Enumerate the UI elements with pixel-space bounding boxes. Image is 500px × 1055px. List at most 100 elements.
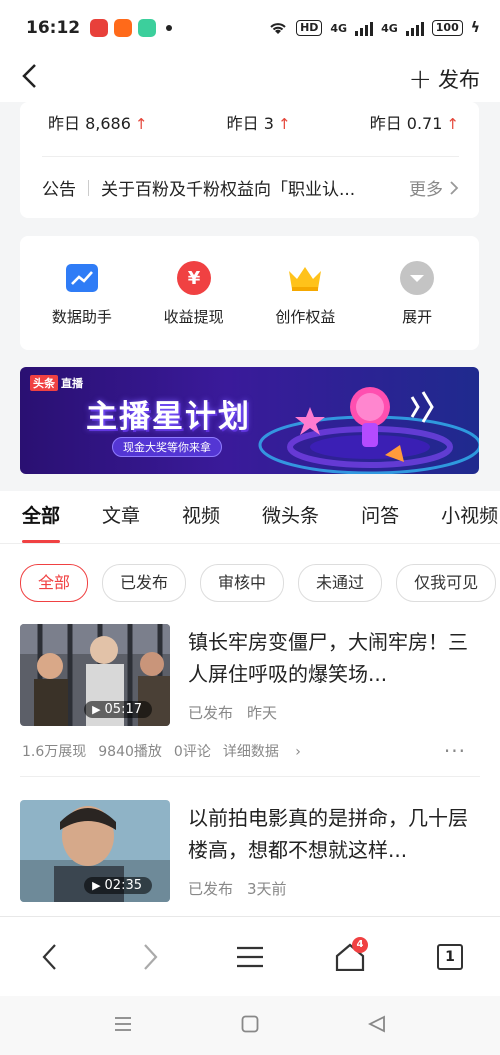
up-arrow-icon: ↑ <box>277 115 291 133</box>
tab-articles[interactable]: 文章 <box>102 491 140 543</box>
stat-item[interactable]: 昨日 8,686 ↑ <box>48 110 147 134</box>
filter-all[interactable]: 全部 <box>20 564 89 602</box>
article-time: 昨天 <box>247 704 278 722</box>
browser-toolbar: 4 1 <box>0 916 500 996</box>
back-button[interactable] <box>20 62 40 96</box>
browser-tabs-button[interactable]: 1 <box>430 937 470 977</box>
article-info: 镇长牢房变僵尸，大闹牢房！三人屏住呼吸的爆笑场... 已发布 昨天 <box>188 624 480 726</box>
filter-published[interactable]: 已发布 <box>102 564 187 602</box>
signal-label: 4G <box>381 21 398 35</box>
promo-banner[interactable]: 头条 直播 主播星计划 现金大奖等你来拿 <box>20 367 479 474</box>
tool-label: 收益提现 <box>163 307 224 326</box>
notice-more-link[interactable]: 更多 <box>409 175 459 200</box>
tool-label: 展开 <box>402 307 433 326</box>
tools-card: 数据助手 ¥ 收益提现 创作权益 展开 <box>20 236 479 350</box>
status-bar: 16:12 HD 4G 4G 100 ϟ <box>0 0 500 56</box>
chevron-right-icon <box>144 943 158 970</box>
play-icon: ▶ <box>92 879 101 892</box>
video-thumbnail[interactable]: ▶ 05:17 <box>20 624 170 726</box>
up-arrow-icon: ↑ <box>446 115 459 133</box>
tab-videos[interactable]: 视频 <box>182 491 220 543</box>
app-notification-icon <box>114 19 133 37</box>
publish-button[interactable]: + 发布 <box>409 64 480 94</box>
crown-icon <box>287 260 323 296</box>
signal-label: 4G <box>330 21 348 35</box>
tool-label: 数据助手 <box>51 307 112 326</box>
article-status: 已发布 <box>188 704 234 722</box>
more-notifications-icon <box>166 25 173 31</box>
article-meta: 已发布 3天前 <box>188 878 480 899</box>
video-thumbnail[interactable]: ▶ 02:35 <box>20 800 170 902</box>
tab-short-videos[interactable]: 小视频 <box>441 491 498 543</box>
banner-tag: 头条 直播 <box>30 375 83 391</box>
square-icon <box>241 1015 259 1032</box>
browser-menu-button[interactable] <box>230 937 270 977</box>
article-title[interactable]: 镇长牢房变僵尸，大闹牢房！三人屏住呼吸的爆笑场... <box>188 626 480 690</box>
wifi-icon <box>270 23 286 34</box>
content-list: 全部 文章 视频 微头条 问答 小视频 全部 已发布 审核中 未通过 仅我可见 … <box>0 491 500 916</box>
content-tabs: 全部 文章 视频 微头条 问答 小视频 <box>0 491 500 543</box>
article-title[interactable]: 以前拍电影真的是拼命，几十层楼高，想都不想就这样... <box>188 802 480 866</box>
status-indicators: HD 4G 4G 100 ϟ <box>268 20 480 36</box>
article-status: 已发布 <box>188 880 234 898</box>
tab-micro-headlines[interactable]: 微头条 <box>262 491 319 543</box>
filter-rejected[interactable]: 未通过 <box>298 564 383 602</box>
triangle-back-icon <box>367 1015 385 1032</box>
notice-label: 公告 <box>42 180 76 200</box>
stat-item[interactable]: 昨日 3 ↑ <box>227 110 291 134</box>
home-badge: 4 <box>352 936 368 953</box>
stats-card: 昨日 8,686 ↑ 昨日 3 ↑ 昨日 0.71 ↑ 公告 关于百粉及千粉权益向「职… <box>20 102 479 218</box>
article-time: 3天前 <box>247 880 287 898</box>
up-arrow-icon: ↑ <box>134 115 148 133</box>
list-item[interactable]: ▶ 05:17 镇长牢房变僵尸，大闹牢房！三人屏住呼吸的爆笑场... 已发布 昨天 <box>20 624 480 726</box>
tool-data-assistant[interactable]: 数据助手 <box>27 260 137 327</box>
filter-reviewing[interactable]: 审核中 <box>200 564 285 602</box>
plays-count: 9840播放 <box>98 744 162 760</box>
recent-apps-button[interactable] <box>114 1016 132 1036</box>
chevron-right-icon <box>450 180 459 195</box>
impressions-count: 1.6万展现 <box>22 744 87 760</box>
detail-data-link[interactable]: 详细数据 › <box>223 741 313 761</box>
yuan-icon: ¥ <box>176 260 212 296</box>
top-nav: + 发布 <box>0 56 500 102</box>
plus-icon: + <box>408 62 432 95</box>
status-filters: 全部 已发布 审核中 未通过 仅我可见 <box>0 544 500 602</box>
tool-creator-rights[interactable]: 创作权益 <box>250 260 360 327</box>
tab-qa[interactable]: 问答 <box>361 491 399 543</box>
menu-icon <box>115 1016 132 1031</box>
status-time: 16:12 <box>26 18 81 38</box>
system-nav <box>0 996 500 1055</box>
chevron-left-icon <box>42 943 56 970</box>
stat-item[interactable]: 昨日 0.71 ↑ <box>370 110 459 134</box>
tab-all[interactable]: 全部 <box>22 491 61 543</box>
hd-badge: HD <box>296 20 323 36</box>
comments-count: 0评论 <box>173 744 211 760</box>
notice-row[interactable]: 公告 关于百粉及千粉权益向「职业认... 更多 <box>42 156 459 218</box>
app-notification-icon <box>90 19 109 37</box>
notice-text[interactable]: 关于百粉及千粉权益向「职业认... <box>101 175 399 200</box>
browser-back-button[interactable] <box>30 937 70 977</box>
banner-title: 主播星计划 <box>86 399 251 435</box>
stats-row: 昨日 8,686 ↑ 昨日 3 ↑ 昨日 0.71 ↑ <box>20 102 479 134</box>
filter-private[interactable]: 仅我可见 <box>396 564 497 602</box>
menu-icon <box>237 946 263 967</box>
home-nav-button[interactable] <box>241 1015 259 1037</box>
browser-forward-button[interactable] <box>130 937 170 977</box>
tool-earnings-withdraw[interactable]: ¥ 收益提现 <box>139 260 249 327</box>
signal-icon <box>405 20 424 36</box>
chart-icon <box>64 260 100 296</box>
browser-home-button[interactable]: 4 <box>330 936 370 977</box>
more-options-icon[interactable]: ··· <box>444 739 466 763</box>
charging-icon: ϟ <box>470 20 480 36</box>
article-meta: 已发布 昨天 <box>188 702 480 723</box>
expand-icon <box>399 260 435 296</box>
tool-label: 创作权益 <box>275 307 336 326</box>
tool-expand[interactable]: 展开 <box>362 260 472 327</box>
publish-label: 发布 <box>438 68 480 92</box>
article-stats: 1.6万展现 9840播放 0评论 详细数据 › ··· <box>22 739 478 763</box>
divider <box>88 179 89 196</box>
back-nav-button[interactable] <box>367 1015 386 1037</box>
video-duration: ▶ 05:17 <box>84 701 152 718</box>
list-item[interactable]: ▶ 02:35 以前拍电影真的是拼命，几十层楼高，想都不想就这样... 已发布 3天… <box>20 800 480 902</box>
tab-count: 1 <box>445 948 455 965</box>
